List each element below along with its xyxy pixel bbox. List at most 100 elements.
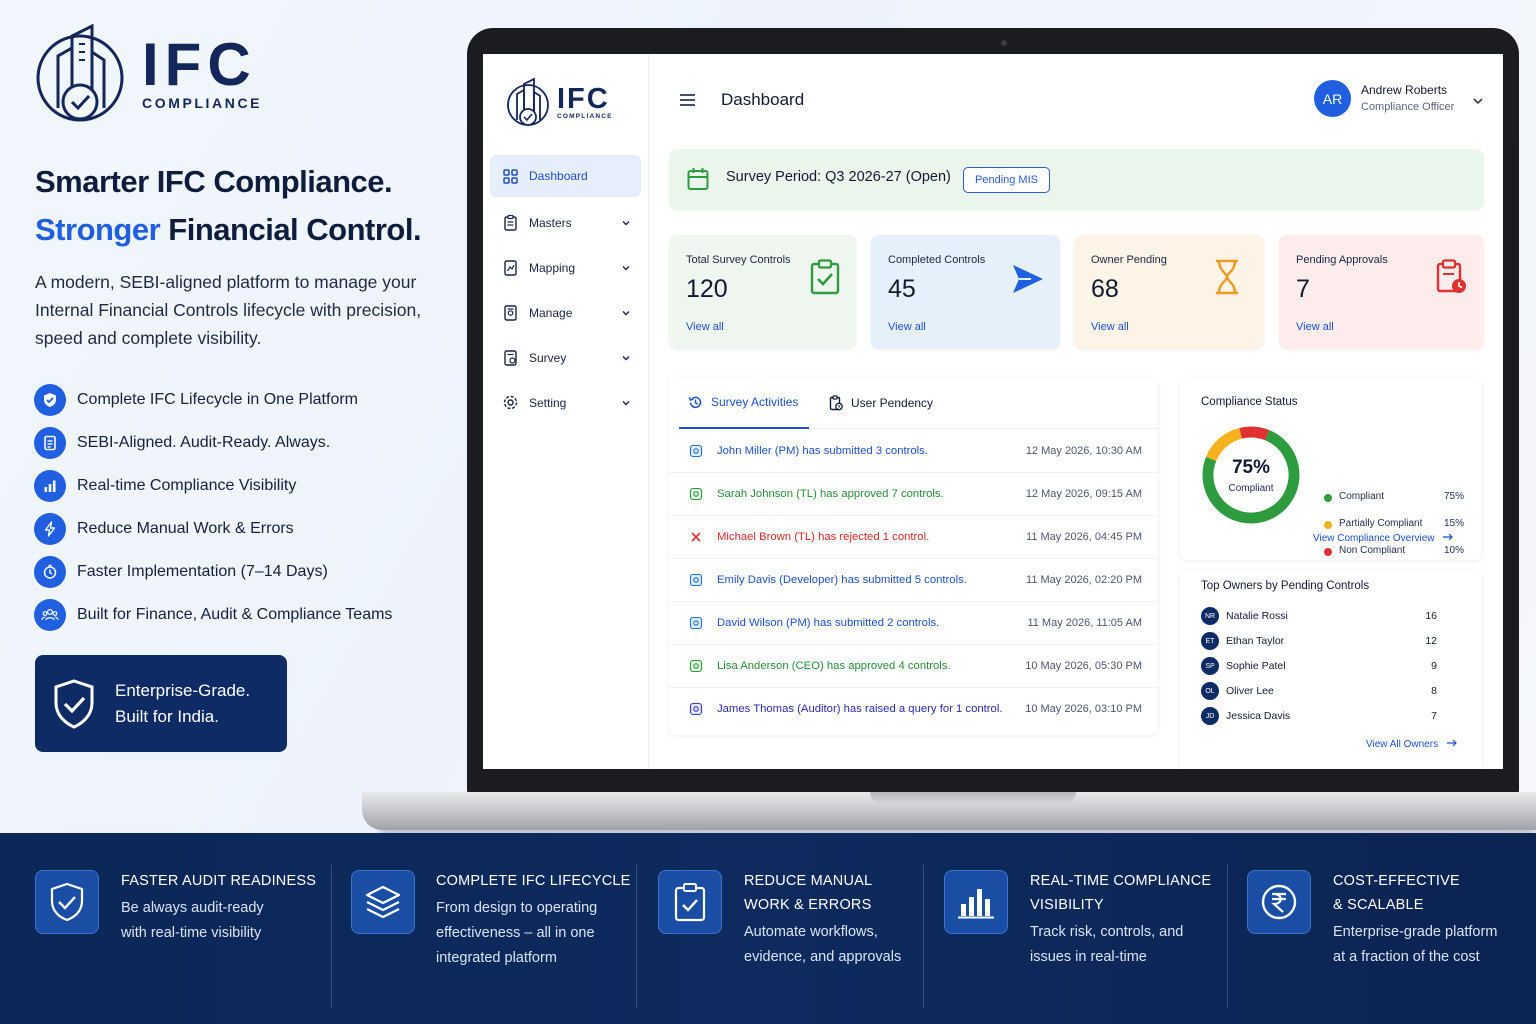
owner-row[interactable]: JD Jessica Davis 7 [1201, 707, 1461, 725]
stat-card-view-all-link[interactable]: View all [1091, 321, 1129, 333]
layers-icon [351, 870, 415, 934]
pending-mis-badge[interactable]: Pending MIS [963, 167, 1050, 193]
sidebar-item-manage[interactable]: Manage [490, 290, 641, 335]
footer-title: REDUCE MANUAL WORK & ERRORS [744, 869, 872, 917]
stat-card-value: 68 [1091, 275, 1119, 303]
sidebar-item-label: Setting [529, 395, 567, 410]
feature-footer: FASTER AUDIT READINESS Be always audit-r… [0, 833, 1536, 1024]
tab-label: User Pendency [851, 396, 934, 410]
activity-message: David Wilson (PM) has submitted 2 contro… [717, 617, 940, 629]
view-all-owners-link[interactable]: View All Owners [1366, 739, 1458, 750]
brand-name: IFC [142, 31, 257, 98]
stat-card-value: 120 [686, 275, 728, 303]
owner-avatar: ET [1201, 632, 1219, 650]
stat-card-total-survey-controls[interactable]: Total Survey Controls 120 View all [669, 235, 856, 349]
footer-body: Track risk, controls, and issues in real… [1030, 920, 1183, 970]
sidebar-item-label: Survey [529, 350, 567, 365]
history-icon [688, 396, 702, 408]
chevron-down-icon [622, 310, 630, 315]
activity-timestamp: 12 May 2026, 10:30 AM [1025, 445, 1142, 457]
clipboard-clock-icon [829, 395, 843, 411]
sidebar-item-setting[interactable]: Setting [490, 380, 641, 425]
footer-body-line: Track risk, controls, and [1030, 924, 1184, 940]
activity-message: James Thomas (Auditor) has raised a quer… [717, 703, 1003, 715]
activity-status-icon [689, 702, 703, 716]
legend-dot [1324, 494, 1332, 502]
feature-list: Complete IFC Lifecycle in One Platform S… [34, 378, 392, 636]
activity-row[interactable]: Michael Brown (TL) has rejected 1 contro… [669, 516, 1158, 559]
footer-body: Enterprise-grade platform at a fraction … [1333, 920, 1497, 970]
footer-feature: COMPLETE IFC LIFECYCLE From design to op… [351, 833, 631, 1024]
owner-count: 16 [1425, 610, 1437, 622]
stat-card-label: Pending Approvals [1296, 254, 1388, 266]
hourglass-icon [1216, 259, 1238, 295]
arrow-right-icon [1443, 533, 1454, 541]
owner-row[interactable]: ET Ethan Taylor 12 [1201, 632, 1461, 650]
activity-row[interactable]: James Thomas (Auditor) has raised a quer… [669, 688, 1158, 731]
owner-name: Jessica Davis [1226, 710, 1291, 722]
sidebar-item-label: Manage [529, 305, 573, 320]
footer-body-line: Enterprise-grade platform [1333, 924, 1498, 940]
clipboard-check-icon [658, 870, 722, 934]
owner-row[interactable]: SP Sophie Patel 9 [1201, 657, 1461, 675]
arrow-right-icon [1446, 739, 1457, 747]
activity-row[interactable]: David Wilson (PM) has submitted 2 contro… [669, 602, 1158, 645]
activity-row[interactable]: Sarah Johnson (TL) has approved 7 contro… [669, 473, 1158, 516]
laptop-camera [1001, 40, 1007, 46]
stat-card-view-all-link[interactable]: View all [686, 321, 724, 333]
owner-count: 9 [1431, 660, 1437, 672]
sidebar-item-mapping[interactable]: Mapping [490, 245, 641, 290]
activity-message: Michael Brown (TL) has rejected 1 contro… [717, 531, 930, 543]
stopwatch-icon [34, 555, 66, 588]
hero-description: A modern, SEBI-aligned platform to manag… [35, 272, 422, 348]
footer-divider [331, 865, 332, 1008]
donut-center-value: 75% [1231, 457, 1271, 478]
footer-title-line: REAL-TIME COMPLIANCE [1030, 873, 1212, 889]
sidebar-item-survey[interactable]: Survey [490, 335, 641, 380]
stat-card-completed-controls[interactable]: Completed Controls 45 View all [871, 235, 1060, 349]
owner-avatar: SP [1201, 657, 1219, 675]
grid-icon [503, 168, 518, 184]
activity-row[interactable]: Emily Davis (Developer) has submitted 5 … [669, 559, 1158, 602]
send-arrow-icon [1013, 265, 1043, 293]
map-doc-icon [504, 260, 517, 276]
view-compliance-overview-link[interactable]: View Compliance Overview [1313, 533, 1454, 544]
stat-card-owner-pending[interactable]: Owner Pending 68 View all [1074, 235, 1264, 349]
user-name[interactable]: Andrew Roberts [1361, 83, 1447, 97]
activity-row[interactable]: Lisa Anderson (CEO) has approved 4 contr… [669, 645, 1158, 688]
user-avatar[interactable]: AR [1314, 80, 1351, 117]
stat-card-view-all-link[interactable]: View all [1296, 321, 1334, 333]
hero-headline: Smarter IFC Compliance. Stronger Financi… [35, 158, 422, 254]
feature-text: SEBI-Aligned. Audit-Ready. Always. [77, 433, 331, 451]
sidebar-item-dashboard[interactable]: Dashboard [490, 155, 641, 197]
activity-row[interactable]: John Miller (PM) has submitted 3 control… [669, 430, 1158, 473]
activity-message: Lisa Anderson (CEO) has approved 4 contr… [717, 660, 951, 672]
tab-user-pendency[interactable]: User Pendency [829, 377, 933, 429]
tab-survey-activities[interactable]: Survey Activities [679, 377, 810, 429]
feature-item: Real-time Compliance Visibility [34, 464, 392, 507]
enterprise-line-1: Enterprise-Grade. [115, 680, 251, 700]
owner-row[interactable]: OL Oliver Lee 8 [1201, 682, 1461, 700]
feature-item: Reduce Manual Work & Errors [34, 507, 392, 550]
panel-title: Top Owners by Pending Controls [1201, 580, 1370, 592]
footer-feature: FASTER AUDIT READINESS Be always audit-r… [35, 833, 325, 1024]
footer-divider [636, 865, 637, 1008]
stat-card-pending-approvals[interactable]: Pending Approvals 7 View all [1279, 235, 1484, 349]
footer-body-line: effectiveness – all in one [436, 925, 595, 941]
stat-card-label: Total Survey Controls [686, 254, 791, 266]
hamburger-menu-icon[interactable] [680, 94, 695, 106]
link-label: View Compliance Overview [1313, 533, 1435, 544]
owner-row[interactable]: NR Natalie Rossi 16 [1201, 607, 1461, 625]
footer-title-line: & SCALABLE [1333, 897, 1424, 913]
feature-text: Reduce Manual Work & Errors [77, 519, 294, 537]
donut-center-label: Compliant [1228, 483, 1274, 494]
survey-period-text: Survey Period: Q3 2026-27 (Open) [726, 169, 951, 185]
owner-count: 8 [1431, 685, 1437, 697]
app-logo[interactable]: IFC COMPLIANCE [505, 76, 613, 128]
headline-line-1: Smarter IFC Compliance. [35, 164, 393, 199]
footer-feature: COST-EFFECTIVE & SCALABLE Enterprise-gra… [1247, 833, 1527, 1024]
chevron-down-icon[interactable] [1472, 96, 1484, 106]
lightning-icon [34, 512, 66, 545]
sidebar-item-masters[interactable]: Masters [490, 200, 641, 245]
stat-card-view-all-link[interactable]: View all [888, 321, 926, 333]
